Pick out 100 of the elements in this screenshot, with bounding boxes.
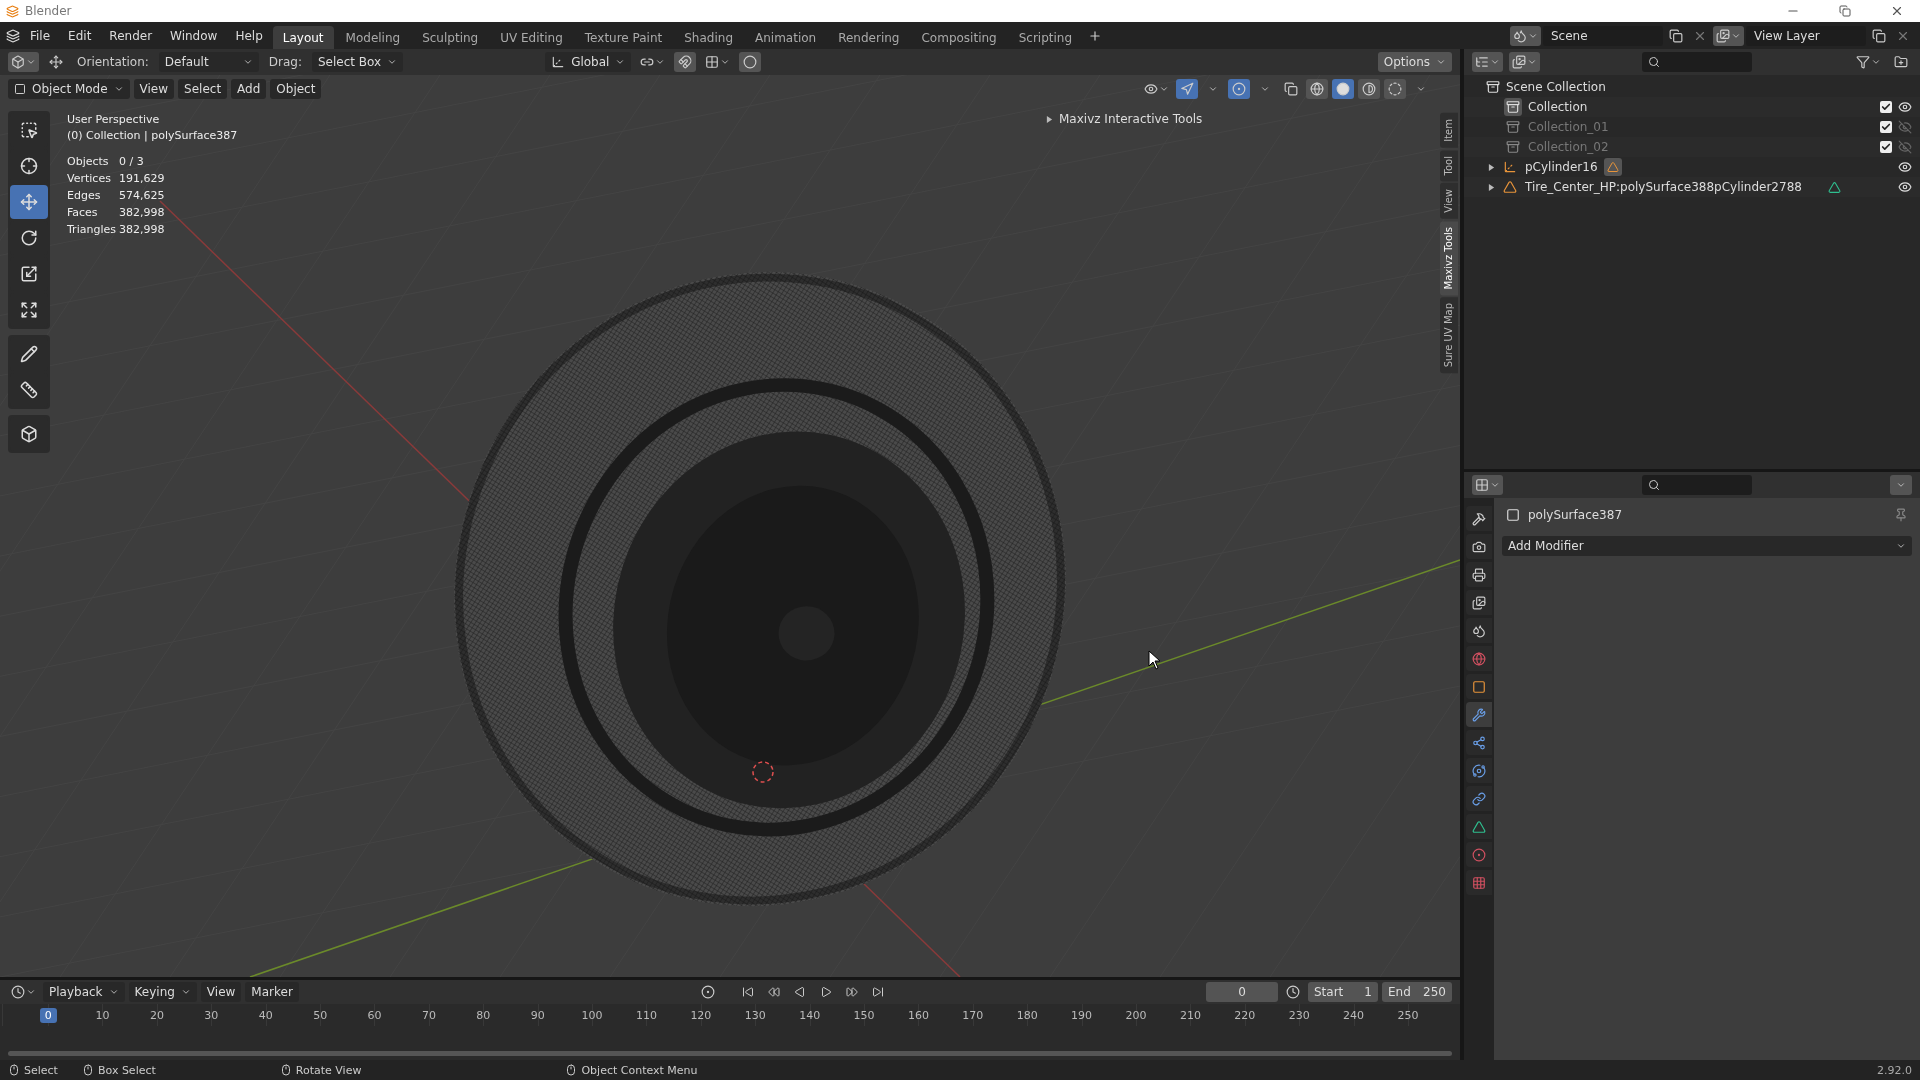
mouse-icon — [279, 1064, 292, 1076]
current-frame-field[interactable]: 0 — [1206, 982, 1278, 1002]
sidebar-tab[interactable]: Sure UV Map — [1440, 297, 1458, 374]
editor-type-button[interactable] — [1472, 52, 1503, 72]
workspace-tab[interactable]: Shading — [674, 25, 743, 50]
snap-button[interactable] — [674, 52, 697, 72]
timeline-menu[interactable]: Playback — [43, 982, 125, 1002]
properties-tab[interactable] — [1466, 674, 1492, 699]
menu-item[interactable]: File — [22, 25, 59, 46]
drag-dropdown[interactable]: Select Box — [312, 52, 404, 72]
search-field[interactable] — [1641, 475, 1752, 495]
sidebar-tab[interactable]: View — [1440, 183, 1458, 219]
properties-tab[interactable] — [1466, 758, 1492, 783]
menu-item[interactable]: Window — [162, 25, 226, 46]
disclosure-triangle-icon[interactable] — [1488, 163, 1495, 171]
tree-item[interactable]: Collection — [1528, 100, 1588, 114]
workspace-tab[interactable]: Animation — [745, 25, 827, 50]
properties-tab[interactable] — [1466, 506, 1492, 531]
properties-tab[interactable] — [1466, 786, 1492, 811]
caret-icon — [1208, 84, 1218, 94]
triangle-icon — [1606, 161, 1619, 173]
timeline-menu[interactable]: Marker — [245, 982, 299, 1002]
viewport-menu[interactable]: Select — [178, 79, 228, 99]
search-field[interactable] — [1641, 52, 1752, 72]
menu-item[interactable]: Render — [101, 25, 161, 46]
workspace-tab[interactable]: Compositing — [911, 25, 1007, 50]
xray-icon — [1284, 82, 1298, 96]
editor-type-button[interactable] — [8, 52, 39, 72]
properties-tab[interactable] — [1466, 702, 1492, 727]
view-layer-browse-button[interactable] — [1713, 25, 1744, 46]
caret-icon — [387, 57, 398, 67]
menu-item[interactable]: Help — [227, 25, 271, 46]
shading-button[interactable] — [1332, 79, 1354, 99]
status-hint: Box Select — [97, 1063, 156, 1077]
properties-tab[interactable] — [1466, 590, 1492, 615]
frame-number: 250 — [1396, 1007, 1420, 1023]
properties-tab[interactable] — [1466, 730, 1492, 755]
checkbox[interactable] — [1880, 121, 1892, 133]
mode-dropdown[interactable]: Object Mode — [8, 79, 130, 99]
viewport-menu[interactable]: Add — [231, 79, 267, 99]
scene-browse-button[interactable] — [1510, 25, 1541, 46]
stat-label: Edges — [67, 189, 102, 202]
gizmo-toggle-button[interactable] — [1176, 79, 1198, 99]
disclosure-triangle-icon[interactable] — [1488, 183, 1495, 191]
proportional-edit-button[interactable] — [739, 52, 762, 72]
timeline-menu[interactable]: Keying — [128, 982, 197, 1002]
display-mode-button[interactable] — [1509, 52, 1540, 72]
transform-orientation-dropdown[interactable]: Global — [545, 52, 632, 72]
properties-tab[interactable] — [1466, 814, 1492, 839]
droplets-icon — [1513, 28, 1527, 43]
menu-item[interactable]: Edit — [60, 25, 100, 46]
workspace-tab[interactable]: Sculpting — [412, 25, 489, 50]
options-dropdown[interactable]: Options — [1377, 52, 1452, 72]
workspace-tab[interactable]: Modeling — [335, 25, 411, 50]
copy-icon — [1669, 28, 1683, 43]
magnet-icon — [678, 55, 693, 69]
panel-header[interactable]: Maxivz Interactive Tools — [1040, 111, 1209, 127]
child-mesh-badge[interactable] — [1603, 158, 1622, 176]
add-modifier-dropdown[interactable]: Add Modifier — [1502, 536, 1912, 556]
viewport-menu[interactable]: Object — [270, 79, 322, 99]
workspace-tab[interactable]: UV Editing — [490, 25, 573, 50]
workspace-tab[interactable]: Scripting — [1008, 25, 1083, 50]
ruler-icon — [20, 381, 38, 399]
workspace-tab[interactable]: Texture Paint — [574, 25, 673, 50]
shading-button[interactable] — [1358, 79, 1380, 99]
viewport-menu[interactable]: View — [133, 79, 175, 99]
checkbox[interactable] — [1880, 141, 1892, 153]
shading-button[interactable] — [1306, 79, 1328, 99]
editor-type-button[interactable] — [1472, 475, 1503, 495]
disclosure-triangle-icon[interactable] — [1046, 115, 1053, 123]
start-frame-field[interactable]: Start 1 — [1308, 982, 1378, 1002]
workspace-tab[interactable]: Rendering — [828, 25, 910, 50]
sidebar-tab[interactable]: Item — [1440, 113, 1458, 148]
overlay-toggle-button[interactable] — [1228, 79, 1250, 99]
scene-field[interactable]: Scene — [1543, 25, 1663, 46]
object-name: polySurface387 — [1528, 508, 1623, 522]
shading-button[interactable] — [1384, 79, 1406, 99]
properties-tab[interactable] — [1466, 618, 1492, 643]
workspace-tab[interactable]: Layout — [272, 25, 334, 50]
tree-item[interactable]: Tire_Center_HP:polySurface388pCylinder2788 — [1525, 180, 1802, 194]
tool-icon — [1472, 511, 1486, 526]
timeline-menu[interactable]: View — [200, 982, 242, 1002]
frame-number: 100 — [580, 1007, 604, 1023]
properties-tab[interactable] — [1466, 562, 1492, 587]
orbit-icon — [1472, 763, 1486, 778]
frame-number: 150 — [852, 1007, 876, 1023]
scrollbar[interactable] — [8, 1051, 1452, 1056]
orientation-dropdown[interactable]: Default — [158, 52, 259, 72]
caret-icon — [1260, 84, 1270, 94]
sidebar-tab[interactable]: Maxivz Tools — [1440, 220, 1458, 296]
frame-number: 220 — [1233, 1007, 1257, 1023]
tree-item[interactable]: pCylinder16 — [1525, 160, 1598, 174]
search-icon — [1647, 56, 1660, 68]
properties-tab[interactable] — [1466, 534, 1492, 559]
tree-item[interactable]: Scene Collection — [1506, 80, 1606, 94]
caret-icon — [1896, 541, 1906, 551]
view-layer-field[interactable]: View Layer — [1746, 25, 1866, 46]
end-frame-field[interactable]: End 250 — [1382, 982, 1452, 1002]
checkbox[interactable] — [1880, 101, 1892, 113]
sidebar-tab[interactable]: Tool — [1440, 149, 1458, 182]
